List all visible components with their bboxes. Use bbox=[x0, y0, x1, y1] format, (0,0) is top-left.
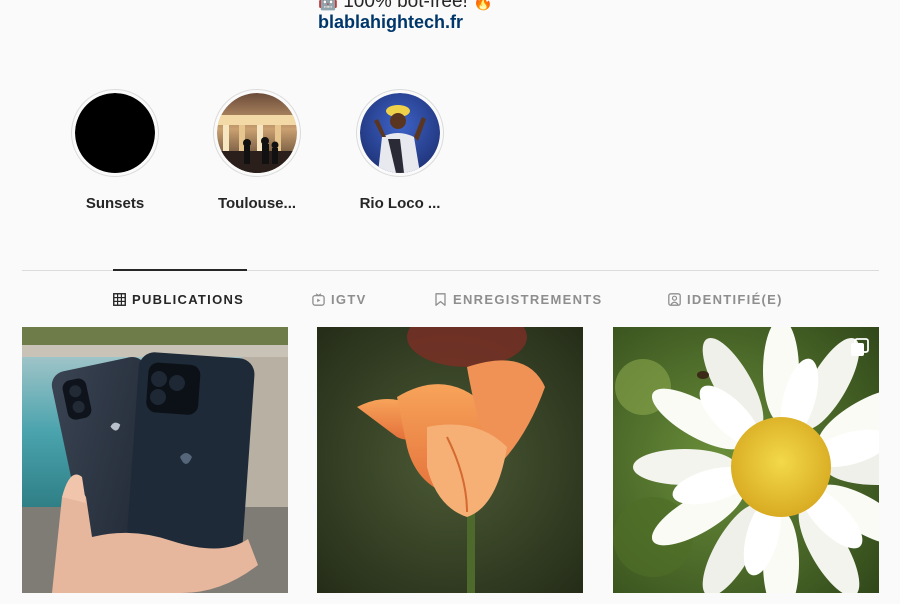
fire-emoji-icon: 🔥 bbox=[473, 0, 494, 11]
post-daisy[interactable] bbox=[613, 327, 879, 593]
black-circle-cover-icon bbox=[75, 93, 155, 173]
tab-enregistrements[interactable]: ENREGISTREMENTS bbox=[434, 291, 603, 307]
highlight-label: Sunsets bbox=[85, 195, 145, 212]
bio-text: 100% bot-free! bbox=[343, 0, 468, 12]
active-tab-indicator bbox=[113, 269, 247, 271]
highlight-toulouse[interactable]: Toulouse... bbox=[202, 89, 312, 212]
tagged-icon bbox=[668, 292, 681, 306]
igtv-icon bbox=[312, 292, 325, 306]
highlight-sunsets[interactable]: Sunsets bbox=[60, 89, 170, 212]
tab-label: IDENTIFIÉ(E) bbox=[687, 291, 783, 307]
tab-publications[interactable]: PUBLICATIONS bbox=[113, 291, 244, 307]
highlight-label: Rio Loco ... bbox=[359, 195, 441, 212]
tulip-photo-icon bbox=[317, 327, 583, 593]
iphones-photo-icon bbox=[22, 327, 288, 593]
performer-cover-icon bbox=[360, 93, 440, 173]
bio-website-link[interactable]: blablahightech.fr bbox=[318, 12, 463, 33]
highlight-ring bbox=[71, 89, 159, 177]
grid-icon bbox=[113, 292, 126, 306]
highlight-ring bbox=[356, 89, 444, 177]
tab-igtv[interactable]: IGTV bbox=[312, 291, 367, 307]
highlight-label: Toulouse... bbox=[217, 195, 297, 212]
tab-label: PUBLICATIONS bbox=[132, 291, 245, 307]
highlight-ring bbox=[213, 89, 301, 177]
tab-label: IGTV bbox=[331, 291, 367, 307]
highlight-rio-loco[interactable]: Rio Loco ... bbox=[345, 89, 455, 212]
bookmark-icon bbox=[435, 292, 446, 306]
profile-page: 🤖 100% bot-free! 🔥 blablahightech.fr Sun… bbox=[0, 0, 900, 604]
post-iphones[interactable] bbox=[22, 327, 288, 593]
carousel-cover-icon bbox=[217, 93, 297, 173]
robot-emoji-icon: 🤖 bbox=[318, 0, 338, 11]
tab-identifie[interactable]: IDENTIFIÉ(E) bbox=[668, 291, 783, 307]
daisy-photo-icon bbox=[613, 327, 879, 593]
post-tulip[interactable] bbox=[317, 327, 583, 593]
tab-label: ENREGISTREMENTS bbox=[453, 291, 603, 307]
